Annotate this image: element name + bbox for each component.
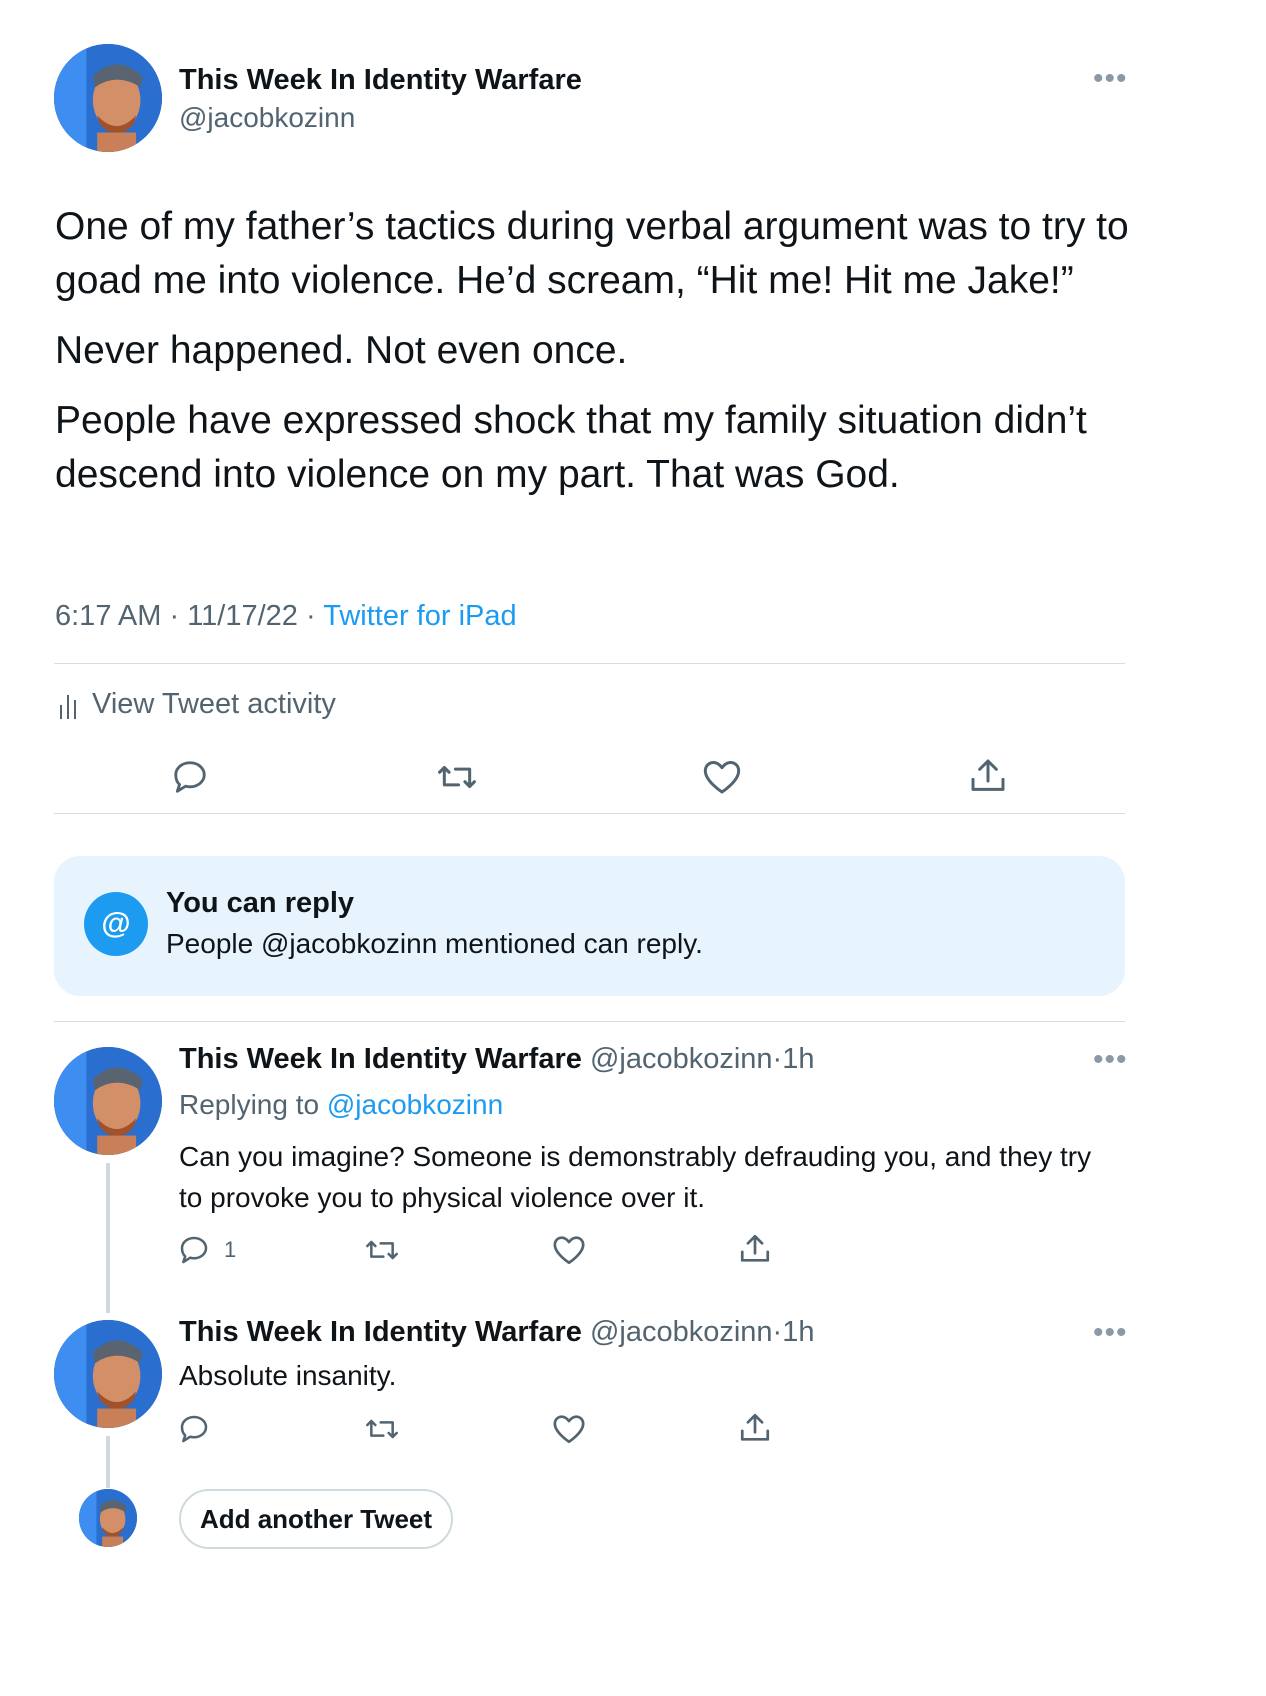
reply-avatar[interactable]	[54, 1047, 162, 1155]
share-icon[interactable]	[738, 1232, 772, 1266]
main-handle[interactable]: @jacobkozinn	[179, 102, 355, 134]
reply-header: This Week In Identity Warfare @jacobkozi…	[179, 1043, 814, 1076]
like-icon[interactable]	[552, 1413, 586, 1445]
reply-header: This Week In Identity Warfare @jacobkozi…	[179, 1316, 814, 1349]
replying-to-handle[interactable]: @jacobkozinn	[327, 1089, 503, 1120]
divider	[54, 663, 1125, 664]
avatar-image	[54, 1047, 162, 1155]
reply-handle[interactable]: @jacobkozinn	[590, 1043, 773, 1075]
tweet-paragraph: Never happened. Not even once.	[55, 329, 628, 372]
share-icon[interactable]	[738, 1411, 772, 1445]
reply-restriction-notice: @ You can reply People @jacobkozinn ment…	[54, 856, 1125, 996]
main-avatar[interactable]	[54, 44, 162, 152]
meta-separator: ·	[772, 1043, 783, 1075]
avatar-image	[54, 1320, 162, 1428]
replying-to: Replying to @jacobkozinn	[179, 1089, 503, 1121]
share-icon[interactable]	[968, 756, 1008, 796]
reply-count: 1	[224, 1237, 237, 1262]
retweet-icon[interactable]	[364, 1234, 400, 1266]
like-icon[interactable]	[702, 758, 742, 796]
thread-connector	[106, 1436, 110, 1488]
mention-icon: @	[84, 892, 148, 956]
reply-time[interactable]: 1h	[782, 1043, 814, 1075]
reply-icon[interactable]: 1	[178, 1234, 236, 1266]
tweet-paragraph: One of my father’s tactics during verbal…	[55, 205, 1129, 302]
tweet-paragraph: People have expressed shock that my fami…	[55, 399, 1087, 496]
reply-time[interactable]: 1h	[782, 1316, 814, 1348]
notice-title: You can reply	[166, 887, 355, 919]
tweet-date[interactable]: 11/17/22	[187, 600, 298, 632]
more-icon[interactable]: •••	[1093, 1043, 1128, 1077]
meta-separator: ·	[306, 600, 316, 632]
tweet-meta: 6:17 AM · 11/17/22 · Twitter for iPad	[55, 600, 517, 633]
reply-display-name[interactable]: This Week In Identity Warfare	[179, 1316, 582, 1348]
meta-separator: ·	[772, 1316, 783, 1348]
notice-body: People @jacobkozinn mentioned can reply.	[166, 928, 703, 959]
divider	[54, 813, 1125, 814]
analytics-icon	[58, 691, 80, 719]
reply-text: Can you imagine? Someone is demonstrably…	[179, 1141, 1092, 1213]
reply-avatar[interactable]	[54, 1320, 162, 1428]
reply-icon[interactable]	[171, 758, 209, 796]
replying-to-label: Replying to	[179, 1089, 320, 1120]
tweet-source-link[interactable]: Twitter for iPad	[323, 600, 516, 632]
composer-avatar[interactable]	[79, 1489, 137, 1547]
tweet-time[interactable]: 6:17 AM	[55, 600, 161, 632]
reply-handle[interactable]: @jacobkozinn	[590, 1316, 773, 1348]
divider	[54, 1021, 1125, 1022]
retweet-icon[interactable]	[364, 1413, 400, 1445]
avatar-image	[54, 44, 162, 152]
meta-separator: ·	[169, 600, 180, 632]
tweet-body: One of my father’s tactics during verbal…	[55, 200, 1135, 502]
thread-connector	[106, 1163, 110, 1313]
more-icon[interactable]: •••	[1093, 62, 1128, 96]
view-activity-link[interactable]: View Tweet activity	[58, 688, 336, 721]
avatar-image	[79, 1489, 137, 1547]
reply-text: Absolute insanity.	[179, 1360, 397, 1391]
view-activity-label: View Tweet activity	[92, 688, 336, 720]
add-another-tweet-button[interactable]: Add another Tweet	[179, 1489, 453, 1549]
reply-display-name[interactable]: This Week In Identity Warfare	[179, 1043, 582, 1075]
reply-icon[interactable]	[178, 1413, 210, 1445]
retweet-icon[interactable]	[436, 758, 478, 796]
more-icon[interactable]: •••	[1093, 1316, 1128, 1350]
like-icon[interactable]	[552, 1234, 586, 1266]
main-display-name[interactable]: This Week In Identity Warfare	[179, 64, 582, 97]
